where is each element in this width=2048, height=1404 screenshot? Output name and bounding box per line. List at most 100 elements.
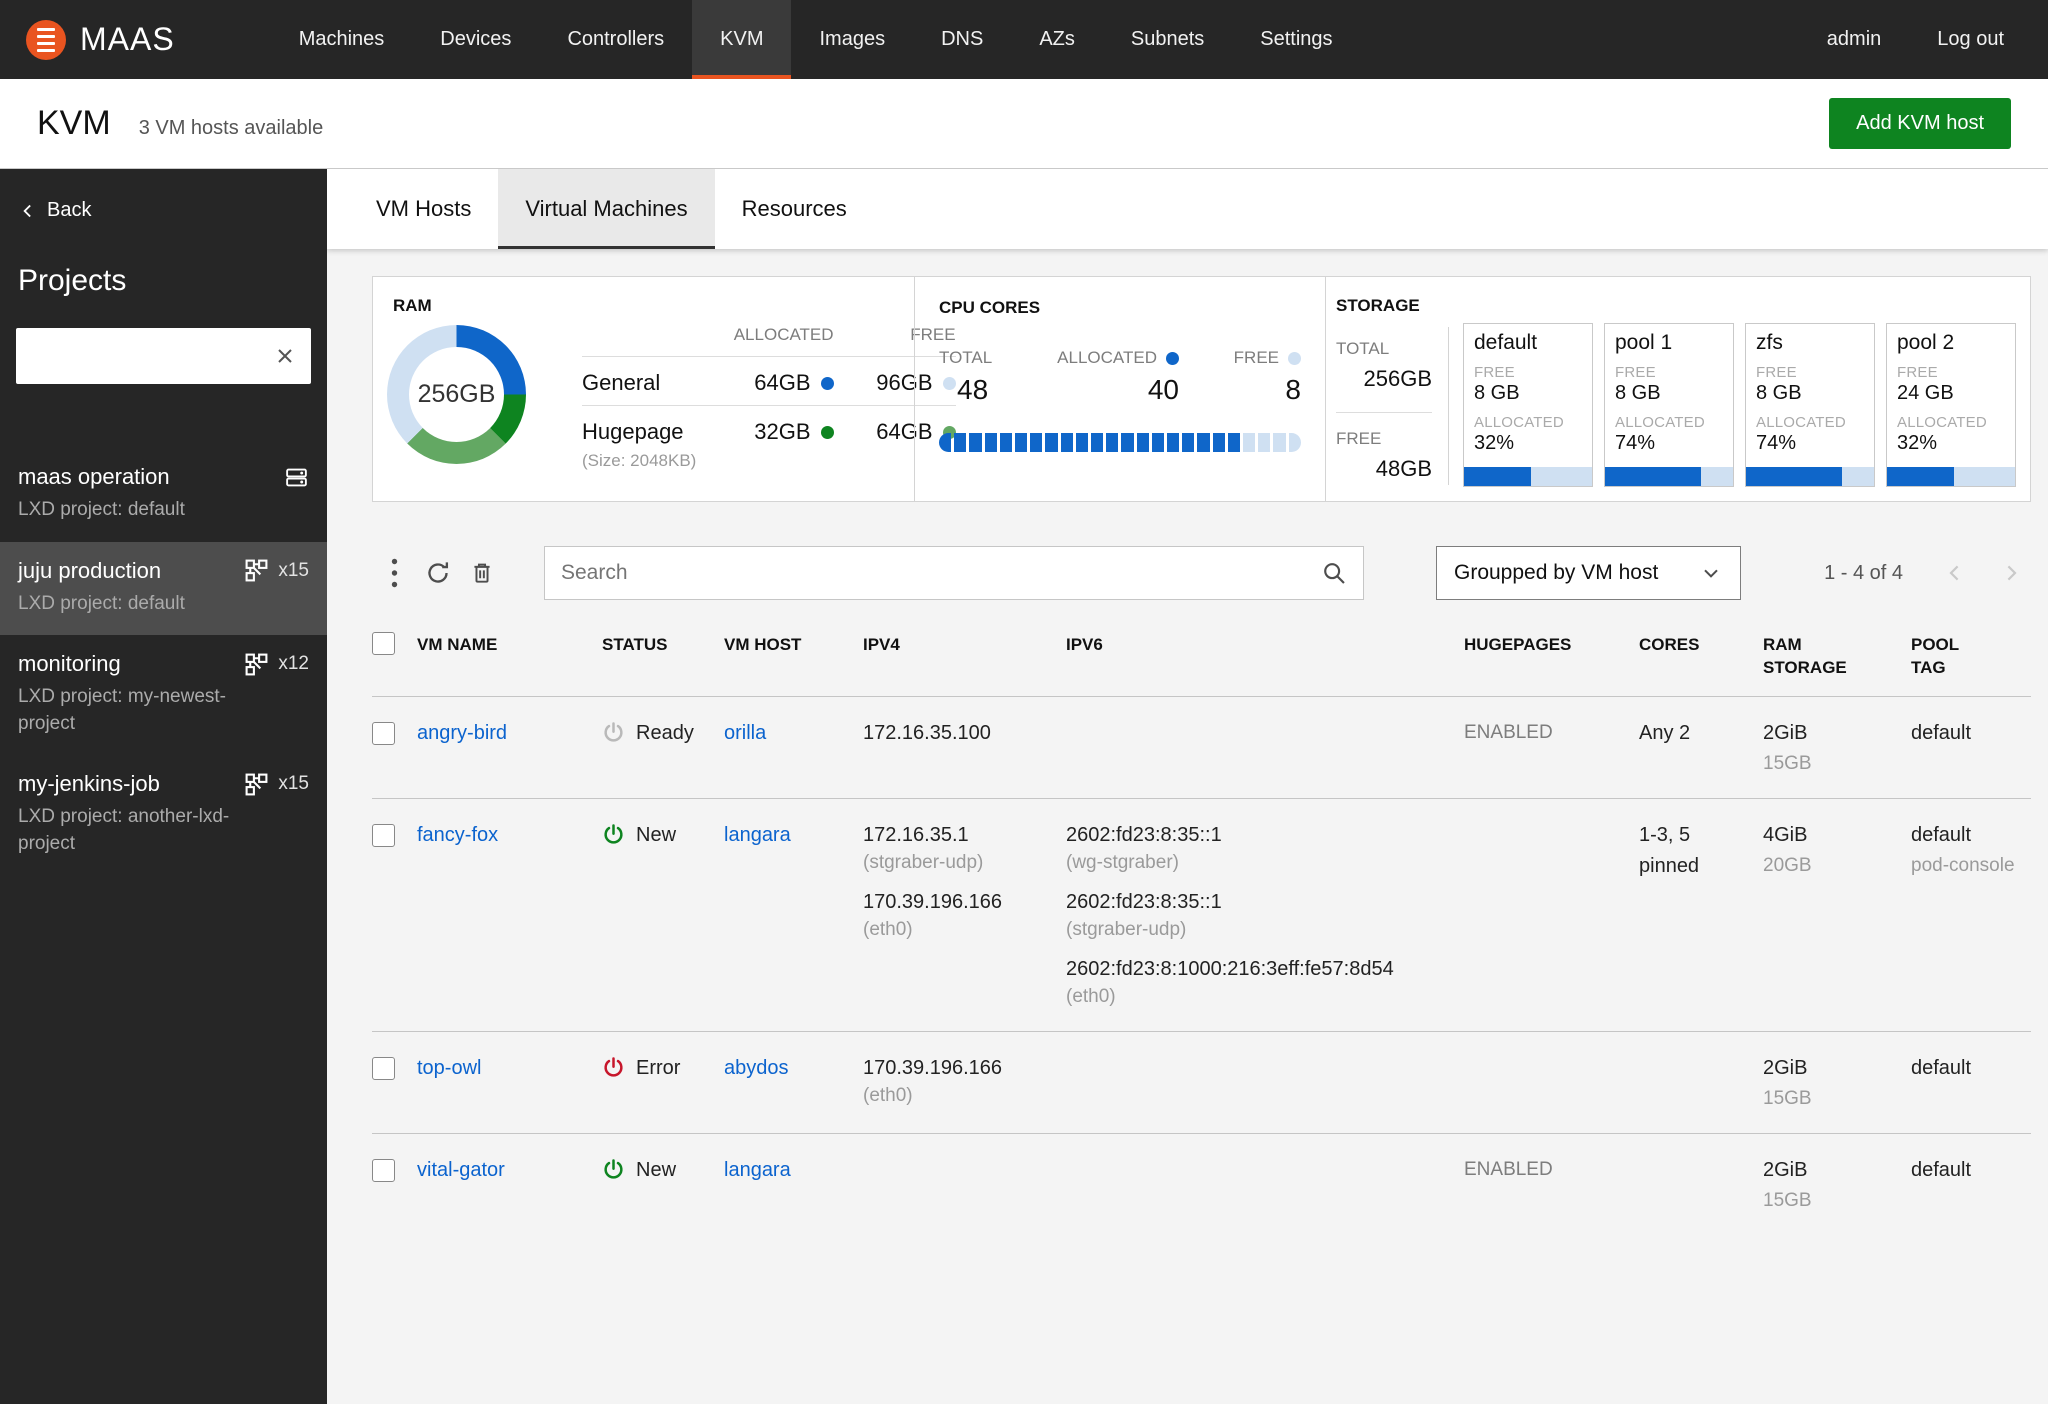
project-search-input[interactable] [30, 344, 273, 368]
ram-card-title: RAM [393, 296, 432, 315]
maas-logo[interactable]: MAAS [0, 0, 271, 79]
vm-name-cell: vital-gator [417, 1159, 602, 1212]
ram-value: 4GiB [1763, 823, 1808, 846]
interface-name: (stgraber-udp) [863, 851, 984, 873]
resource-cards: RAM 256GB ALLOCATED FREE General 64GB 96GB… [372, 276, 2031, 502]
cores-value: Any 2 [1639, 721, 1691, 744]
nav-item-devices[interactable]: Devices [412, 0, 539, 79]
clear-search-icon[interactable] [273, 344, 297, 368]
vm-host-cell: abydos [724, 1057, 863, 1110]
vm-name-link[interactable]: vital-gator [417, 1159, 505, 1181]
pool-usage-bar [1746, 467, 1874, 486]
tab-vm-hosts[interactable]: VM Hosts [349, 169, 498, 249]
nav-item-machines[interactable]: Machines [271, 0, 413, 79]
vm-host-link[interactable]: langara [724, 824, 791, 846]
pool-allocated-value: 74% [1756, 432, 1797, 454]
storage-total-value: 256GB [1363, 366, 1433, 391]
row-checkbox[interactable] [372, 1056, 395, 1080]
pagination-prev-button[interactable] [1935, 561, 1975, 585]
select-all-checkbox[interactable] [372, 632, 395, 655]
cpu-core-segment [939, 433, 952, 452]
vm-count: x15 [278, 773, 309, 795]
ip-address: 172.16.35.100 [863, 721, 991, 744]
sidebar-project-monitoring[interactable]: monitoring x12 LXD project: my-newest-proj… [0, 635, 327, 755]
nav-item-azs[interactable]: AZs [1011, 0, 1103, 79]
ipv4-entry: 172.16.35.100 [863, 722, 1066, 745]
cluster-icon [244, 772, 269, 797]
search-icon[interactable] [1321, 560, 1347, 586]
ipv4-cell: 172.16.35.100 [863, 722, 1066, 775]
cpu-core-segment [969, 433, 982, 452]
vm-host-link[interactable]: orilla [724, 722, 766, 744]
vm-host-link[interactable]: abydos [724, 1057, 789, 1079]
ram-donut-chart: 256GB [387, 325, 526, 464]
power-icon [602, 1158, 625, 1181]
project-lxd-label: LXD project: default [18, 592, 185, 614]
hugepage-size-note: (Size: 2048KB) [582, 451, 697, 470]
column-header-cores: CORES [1639, 635, 1700, 654]
refresh-button[interactable] [416, 551, 460, 595]
interface-name: (eth0) [863, 1084, 913, 1106]
pool-value: default [1911, 823, 1972, 846]
vm-search [544, 546, 1364, 600]
cpu-core-segment [1243, 433, 1256, 452]
vm-name-link[interactable]: angry-bird [417, 722, 507, 744]
power-icon [602, 1056, 625, 1079]
ram-total-value: 256GB [417, 380, 496, 408]
ipv4-list: 172.16.35.1 (stgraber-udp) 170.39.196.166 (… [863, 824, 1066, 941]
tab-virtual-machines[interactable]: Virtual Machines [498, 169, 715, 249]
cpu-core-segment [1273, 433, 1286, 452]
pool-free-label: FREE [1897, 364, 1938, 381]
ip-address: 2602:fd23:8:35::1 [1066, 890, 1222, 913]
row-checkbox[interactable] [372, 721, 395, 745]
pool-tag-cell: default pod-console [1911, 824, 2034, 1008]
vm-name-link[interactable]: fancy-fox [417, 824, 498, 846]
ipv6-cell [1066, 1159, 1464, 1212]
pool-usage-bar [1887, 467, 2015, 486]
cpu-core-segment [1015, 433, 1028, 452]
ipv4-entry: 170.39.196.166 (eth0) [863, 891, 1066, 941]
nav-item-log-out[interactable]: Log out [1909, 0, 2032, 79]
checkbox-cell [372, 721, 417, 775]
ipv4-entry: 170.39.196.166 (eth0) [863, 1057, 1066, 1107]
group-by-select[interactable]: Groupped by VM host [1436, 546, 1741, 600]
cpu-card: CPU CORES TOTAL ALLOCATED FREE 48 40 8 [914, 277, 1325, 501]
sidebar-project-juju-production[interactable]: juju production x15 LXD project: default [0, 541, 327, 636]
hugepages-cell [1464, 824, 1639, 1008]
back-link[interactable]: Back [0, 199, 327, 222]
vm-table-header: VM NAME STATUS VM HOST IPV4 IPV6 HUGEPAGES COR… [372, 632, 2031, 697]
sidebar-project-my-jenkins-job[interactable]: my-jenkins-job x15 LXD project: another-lx… [0, 755, 327, 875]
status-label: Ready [636, 721, 694, 744]
vm-name-link[interactable]: top-owl [417, 1057, 481, 1079]
pagination-next-button[interactable] [1991, 561, 2031, 585]
pool-free-value: 8 GB [1756, 382, 1802, 404]
add-kvm-host-button[interactable]: Add KVM host [1829, 98, 2011, 149]
nav-item-dns[interactable]: DNS [913, 0, 1011, 79]
projects-title: Projects [18, 264, 127, 297]
sidebar-project-maas-operation[interactable]: maas operation LXD project: default [0, 448, 327, 542]
chevron-left-icon [18, 201, 38, 221]
table-controls: Groupped by VM host 1 - 4 of 4 [372, 546, 2031, 600]
pool-usage-bar [1464, 467, 1592, 486]
ram-row-label: General [582, 370, 661, 395]
nav-item-kvm[interactable]: KVM [692, 0, 792, 79]
vm-host-link[interactable]: langara [724, 1159, 791, 1181]
tab-resources[interactable]: Resources [715, 169, 874, 249]
nav-item-settings[interactable]: Settings [1232, 0, 1360, 79]
ipv4-cell: 170.39.196.166 (eth0) [863, 1057, 1066, 1110]
row-checkbox[interactable] [372, 823, 395, 847]
nav-item-subnets[interactable]: Subnets [1103, 0, 1232, 79]
ram-storage-cell: 2GiB 15GB [1763, 1159, 1911, 1212]
nav-item-admin[interactable]: admin [1799, 0, 1909, 79]
nav-item-images[interactable]: Images [791, 0, 913, 79]
ram-col-allocated: ALLOCATED [733, 325, 834, 344]
vm-host-cell: langara [724, 1159, 863, 1212]
actions-menu-button[interactable] [372, 551, 416, 595]
delete-button[interactable] [460, 551, 504, 595]
nav-item-controllers[interactable]: Controllers [539, 0, 692, 79]
hugepages-cell: ENABLED [1464, 722, 1639, 775]
ram-value: 2GiB [1763, 1158, 1808, 1181]
row-checkbox[interactable] [372, 1158, 395, 1182]
vm-search-input[interactable] [561, 561, 1321, 585]
pool-free-label: FREE [1474, 364, 1515, 381]
